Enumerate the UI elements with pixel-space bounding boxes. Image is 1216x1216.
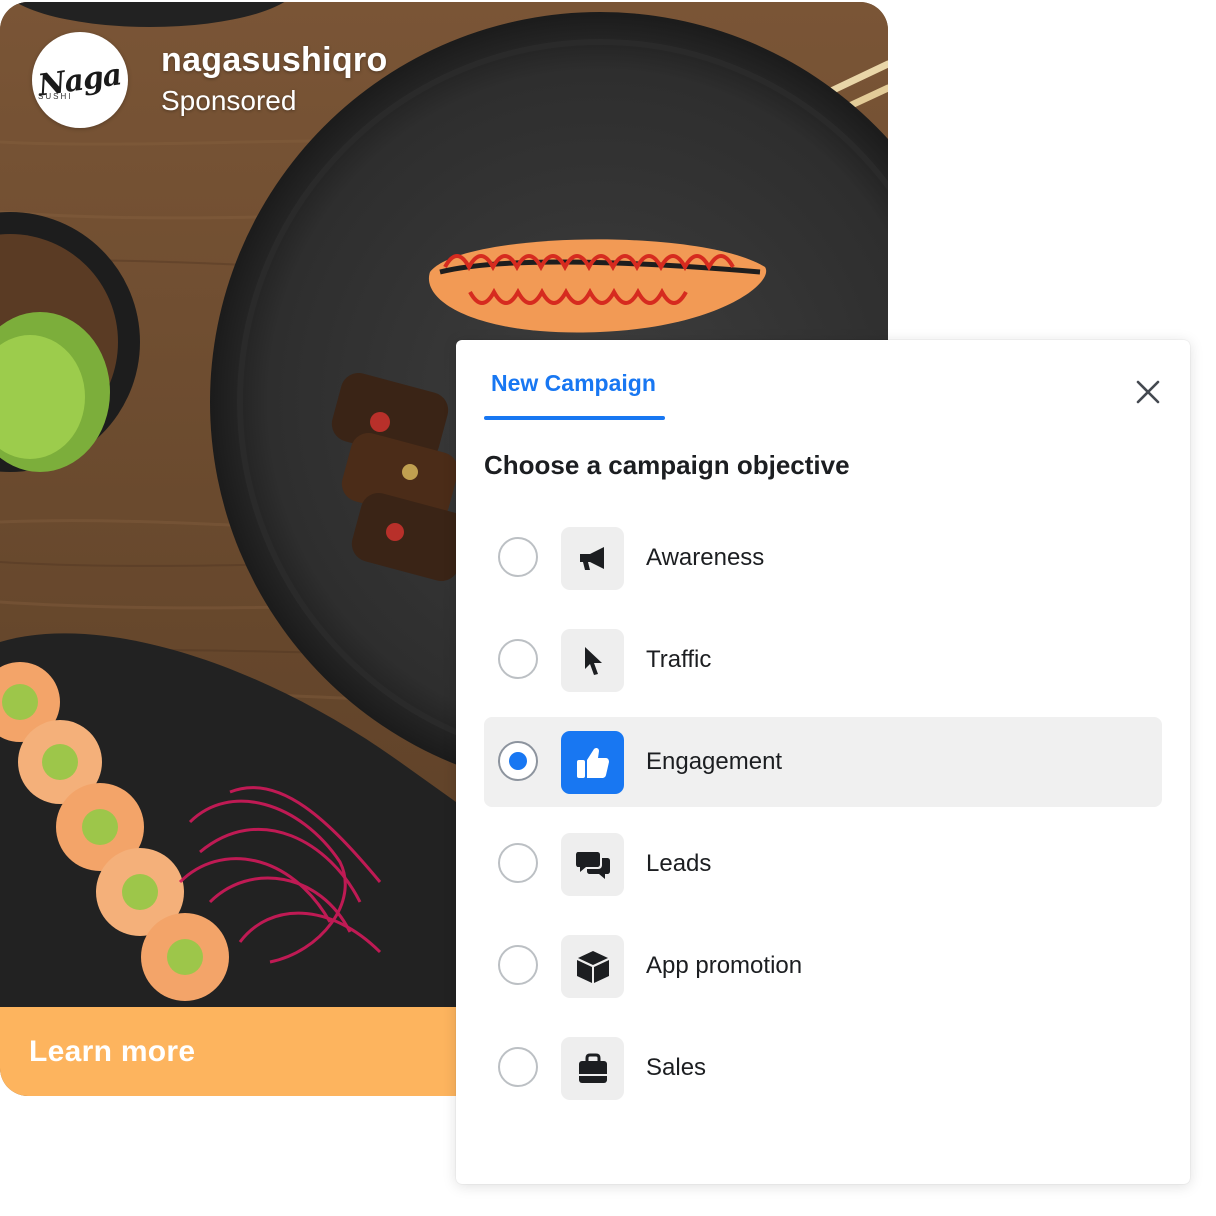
- objective-option-traffic[interactable]: Traffic: [484, 615, 1162, 705]
- objective-icon-box: [561, 629, 624, 692]
- close-icon: [1136, 380, 1160, 404]
- objective-option-app-promotion[interactable]: App promotion: [484, 921, 1162, 1011]
- objective-option-engagement[interactable]: Engagement: [484, 717, 1162, 807]
- objective-option-awareness[interactable]: Awareness: [484, 513, 1162, 603]
- objective-option-sales[interactable]: Sales: [484, 1023, 1162, 1113]
- objective-icon-box: [561, 527, 624, 590]
- shopping-bag-icon: [578, 1053, 607, 1083]
- objective-label: Leads: [646, 850, 712, 877]
- box-icon: [576, 950, 609, 983]
- radio-awareness[interactable]: [498, 537, 538, 577]
- post-meta: nagasushiqro Sponsored: [161, 41, 388, 119]
- objective-icon-box: [561, 935, 624, 998]
- objective-label: Engagement: [646, 748, 783, 775]
- objective-icon-box: [561, 833, 624, 896]
- radio-traffic[interactable]: [498, 639, 538, 679]
- tab-new-campaign[interactable]: New Campaign: [484, 368, 665, 420]
- brand-avatar[interactable]: Naga SUSHI: [32, 32, 128, 128]
- objective-label: Awareness: [646, 544, 765, 571]
- active-tab-indicator: [484, 416, 665, 420]
- post-header: Naga SUSHI nagasushiqro Sponsored: [32, 32, 388, 128]
- radio-selected-dot: [509, 752, 527, 770]
- megaphone-icon: [579, 546, 604, 570]
- tab-label: New Campaign: [491, 370, 656, 396]
- brand-logo-sub: SUSHI: [38, 92, 73, 101]
- radio-engagement[interactable]: [498, 741, 538, 781]
- objective-icon-box: [561, 1037, 624, 1100]
- radio-leads[interactable]: [498, 843, 538, 883]
- account-name[interactable]: nagasushiqro: [161, 41, 388, 79]
- close-button[interactable]: [1132, 376, 1164, 408]
- cta-label: Learn more: [29, 1035, 196, 1068]
- objective-label: Sales: [646, 1054, 707, 1081]
- radio-app-promotion[interactable]: [498, 945, 538, 985]
- new-campaign-dialog: New Campaign Choose a campaign objective…: [456, 340, 1190, 1184]
- cursor-icon: [584, 646, 602, 675]
- radio-sales[interactable]: [498, 1047, 538, 1087]
- sponsored-label: Sponsored: [161, 85, 297, 116]
- objective-label: App promotion: [646, 952, 803, 979]
- objective-label: Traffic: [646, 646, 712, 673]
- dialog-heading: Choose a campaign objective: [484, 450, 850, 480]
- objective-icon-box: [561, 731, 624, 794]
- chat-bubbles-icon: [575, 851, 610, 879]
- thumbs-up-icon: [576, 747, 609, 778]
- objective-option-leads[interactable]: Leads: [484, 819, 1162, 909]
